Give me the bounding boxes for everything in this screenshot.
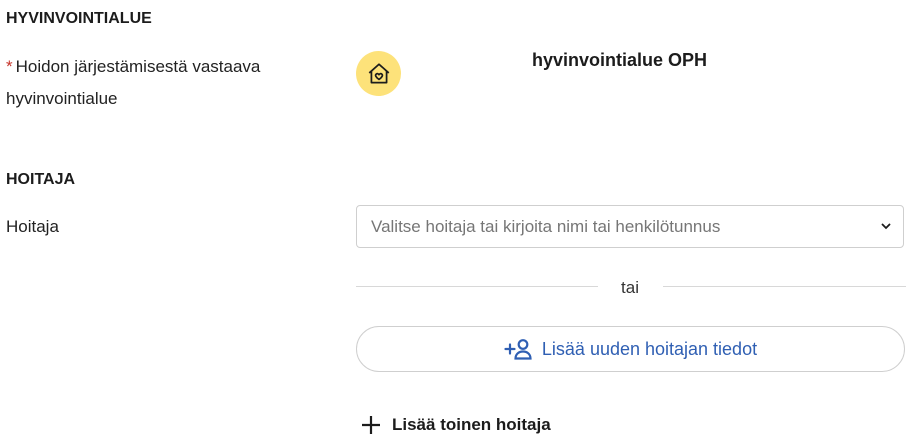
divider-line-right	[663, 286, 906, 287]
add-new-caretaker-label: Lisää uuden hoitajan tiedot	[541, 338, 758, 359]
section-title-area: HYVINVOINTIALUE	[6, 10, 152, 27]
chevron-down-icon	[881, 223, 891, 230]
required-marker: *	[6, 57, 13, 76]
add-another-caretaker-label: Lisää toinen hoitaja	[392, 415, 551, 434]
area-field-label: * Hoidon järjestämisestä vastaava hyvinvo…	[6, 51, 326, 115]
divider-line-left	[356, 286, 598, 287]
caretaker-select-placeholder: Valitse hoitaja tai kirjoita nimi tai he…	[371, 216, 721, 236]
area-value: hyvinvointialue OPH	[532, 50, 708, 70]
divider-or-text: tai	[621, 278, 639, 297]
section-title-caretaker: HOITAJA	[6, 171, 76, 188]
add-another-caretaker-button[interactable]: Lisää toinen hoitaja	[360, 414, 551, 436]
add-person-icon	[504, 339, 532, 360]
plus-icon	[362, 416, 380, 434]
caretaker-field-label: Hoitaja	[6, 217, 59, 236]
add-new-caretaker-button[interactable]: Lisää uuden hoitajan tiedot	[356, 326, 905, 372]
area-avatar	[356, 51, 401, 96]
area-label-text: Hoidon järjestämisestä vastaava hyvinvoi…	[6, 57, 261, 108]
caretaker-select[interactable]: Valitse hoitaja tai kirjoita nimi tai he…	[356, 205, 904, 248]
house-heart-icon	[368, 62, 389, 84]
